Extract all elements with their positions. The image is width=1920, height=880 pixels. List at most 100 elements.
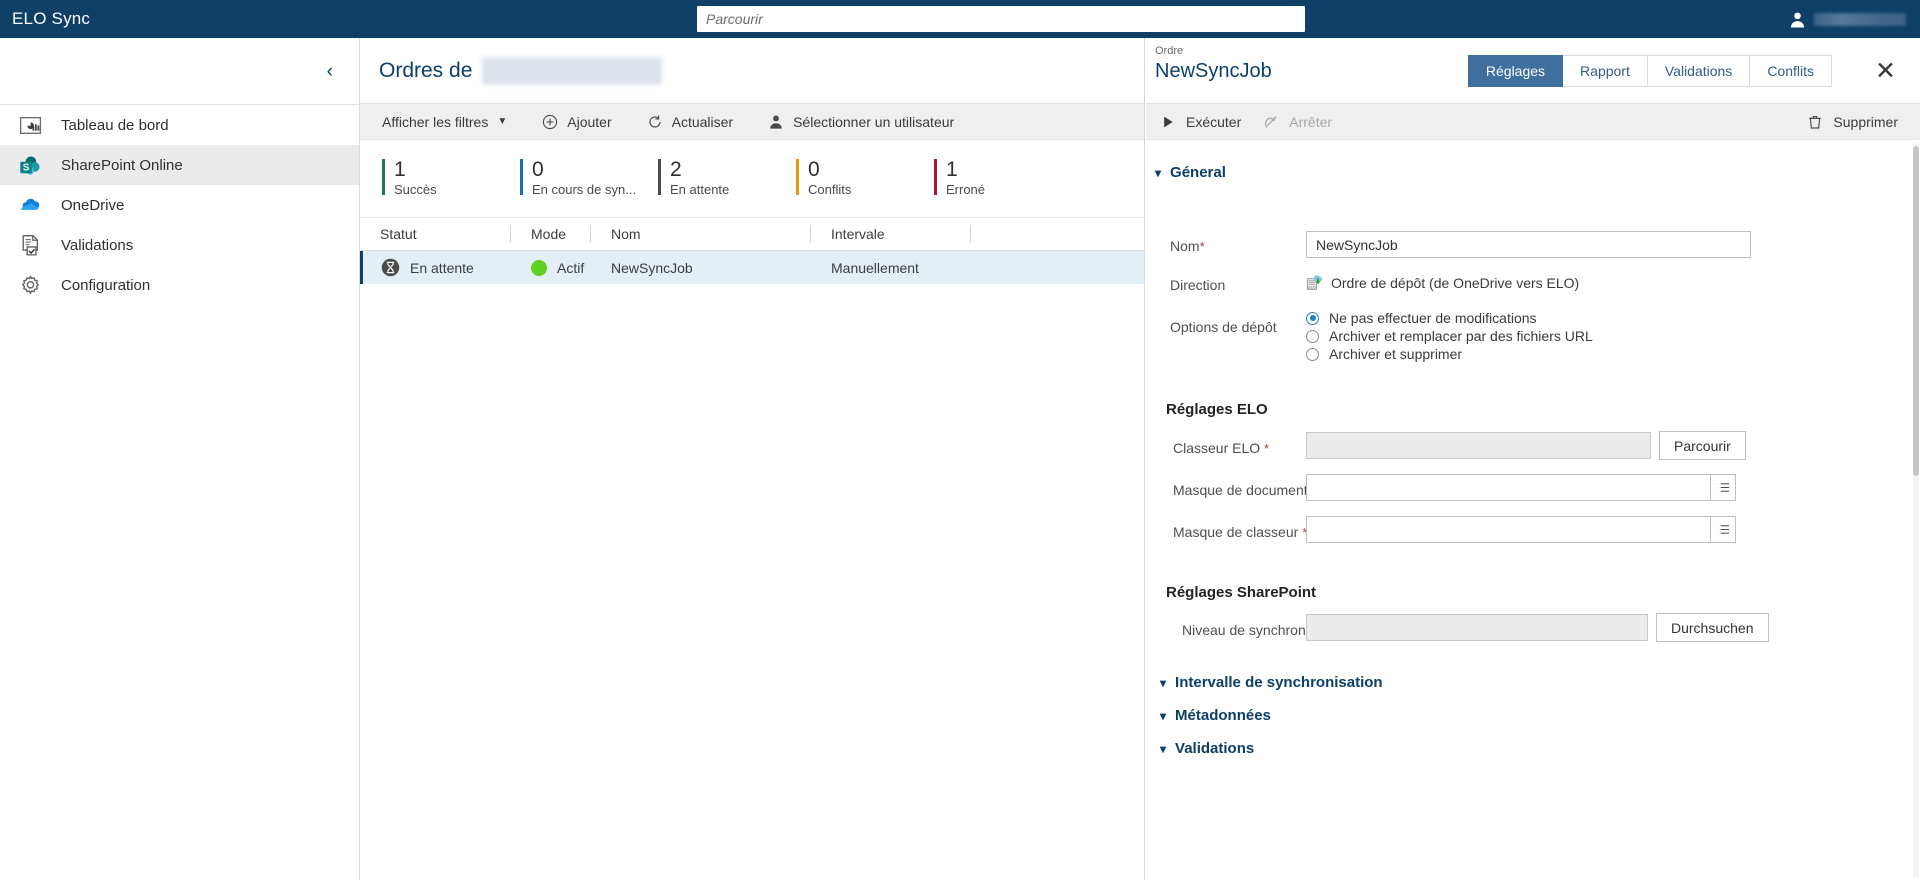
cell-mode: Actif [513,259,593,276]
required-marker: * [1264,441,1270,456]
classeur-elo-browse-button[interactable]: Parcourir [1659,431,1746,460]
tab-reglages[interactable]: Réglages [1467,55,1564,87]
trash-icon [1809,115,1822,129]
svg-text:S: S [23,162,30,173]
niveau-synchronisation-browse-button[interactable]: Durchsuchen [1656,613,1769,642]
column-header-mode[interactable]: Mode [510,225,590,243]
stat-value: 0 [532,158,544,181]
direction-value: Ordre de dépôt (de OneDrive vers ELO) [1331,274,1580,291]
table-row[interactable]: En attente Actif NewSyncJob Manuellement [360,251,1144,284]
gear-icon [22,275,39,294]
search-input[interactable] [697,6,1305,32]
sidebar-item-configuration[interactable]: Configuration [0,265,359,305]
niveau-synchronisation-input[interactable] [1306,614,1648,641]
orders-table-header: Statut Mode Nom Intervale [360,218,1144,251]
section-general-label: Géneral [1170,164,1226,181]
section-general[interactable]: ▾ Géneral [1155,164,1226,181]
sidebar-item-label: OneDrive [61,196,125,214]
section-label: Métadonnées [1175,707,1271,724]
sidebar-item-label: Configuration [61,276,151,294]
dashboard-icon [19,116,42,134]
stat-label: Conflits [808,182,852,197]
app-root: ELO Sync ‹ Tableau de bord [0,0,1920,880]
section-metadonnees[interactable]: ▾ Métadonnées [1160,707,1271,724]
stat-succes[interactable]: 1 Succès [382,159,520,198]
select-user-button[interactable]: Sélectionner un utilisateur [750,114,971,130]
show-filters-label: Afficher les filtres [382,113,489,130]
sidebar-item-label: SharePoint Online [61,156,183,174]
cell-nom: NewSyncJob [611,259,693,276]
stat-label: Erroné [946,182,986,197]
radio-icon [1306,311,1319,325]
chevron-down-icon: ▾ [1160,741,1167,756]
refresh-label: Actualiser [671,113,734,130]
refresh-icon [649,115,661,128]
stat-label: En cours de syn... [532,182,637,197]
column-header-nom[interactable]: Nom [590,225,810,243]
sidebar-item-tableau-de-bord[interactable]: Tableau de bord [0,105,359,145]
label-direction: Direction [1170,277,1226,293]
detail-header: Ordre NewSyncJob Réglages Rapport Valida… [1146,38,1920,104]
stat-en-cours[interactable]: 0 En cours de syn... [520,159,658,198]
radio-label: Archiver et remplacer par des fichiers U… [1329,328,1593,344]
sidebar-item-onedrive[interactable]: OneDrive [0,185,359,225]
run-label: Exécuter [1186,113,1242,130]
section-validations[interactable]: ▾ Validations [1160,740,1254,757]
section-reglages-sharepoint: Réglages SharePoint [1166,584,1317,601]
delete-button[interactable]: Supprimer [1807,114,1898,130]
tab-rapport[interactable]: Rapport [1563,55,1648,87]
show-filters-button[interactable]: Afficher les filtres ▼ [382,114,524,130]
play-icon [1164,116,1173,127]
detail-panel: Ordre NewSyncJob Réglages Rapport Valida… [1146,38,1920,880]
statut-text: En attente [410,259,474,276]
stat-color-bar [658,159,661,195]
column-header-extra[interactable] [970,225,1050,243]
column-header-statut[interactable]: Statut [360,225,510,243]
stat-conflits[interactable]: 0 Conflits [796,159,934,198]
svg-text:ELO: ELO [1308,285,1315,289]
user-icon [770,115,782,129]
orders-panel: Ordres de Afficher les filtres ▼ Ajouter [360,38,1145,880]
nom-input[interactable] [1306,231,1751,258]
stat-color-bar [382,159,385,195]
add-button[interactable]: Ajouter [524,114,628,130]
radio-option-1[interactable]: Archiver et remplacer par des fichiers U… [1306,328,1593,344]
sidebar: ‹ Tableau de bord S SharePoint Online On… [0,38,360,880]
section-label: Validations [1175,740,1255,757]
masque-classeur-list-button[interactable] [1711,516,1736,543]
tab-conflits[interactable]: Conflits [1750,55,1832,87]
required-marker: * [1199,239,1205,254]
stat-color-bar [796,159,799,195]
hourglass-icon [381,258,400,277]
stat-en-attente[interactable]: 2 En attente [658,159,796,198]
masque-classeur-input[interactable] [1306,516,1711,543]
radio-option-2[interactable]: Archiver et supprimer [1306,346,1462,362]
stop-button: Arrêter [1263,114,1354,130]
classeur-elo-input[interactable] [1306,432,1651,459]
label-masque-classeur: Masque de classeur * [1173,524,1308,540]
column-header-intervale[interactable]: Intervale [810,225,970,243]
run-button[interactable]: Exécuter [1160,114,1263,130]
masque-document-input[interactable] [1306,474,1711,501]
stat-label: En attente [670,182,730,197]
label-options-depot: Options de dépôt [1170,319,1277,335]
section-intervalle-synchronisation[interactable]: ▾ Intervalle de synchronisation [1160,674,1383,691]
add-label: Ajouter [567,113,612,130]
detail-scrollbar-thumb[interactable] [1913,146,1919,476]
elo-import-icon: ELO [1306,275,1323,290]
sidebar-item-sharepoint-online[interactable]: S SharePoint Online [0,145,359,185]
stat-errone[interactable]: 1 Erroné [934,159,1072,198]
radio-option-0[interactable]: Ne pas effectuer de modifications [1306,310,1537,326]
green-dot-icon [531,259,547,276]
masque-document-list-button[interactable] [1711,474,1736,501]
detail-tabs: Réglages Rapport Validations Conflits [1467,55,1832,87]
radio-label: Ne pas effectuer de modifications [1329,310,1537,326]
tab-validations[interactable]: Validations [1647,55,1751,87]
user-menu[interactable] [1789,0,1906,38]
close-icon[interactable]: ✕ [1875,59,1896,84]
refresh-button[interactable]: Actualiser [629,114,750,130]
sidebar-collapse-button[interactable]: ‹ [0,38,359,104]
radio-icon [1306,329,1319,343]
orders-header: Ordres de [360,38,1144,104]
sidebar-item-validations[interactable]: Validations [0,225,359,265]
